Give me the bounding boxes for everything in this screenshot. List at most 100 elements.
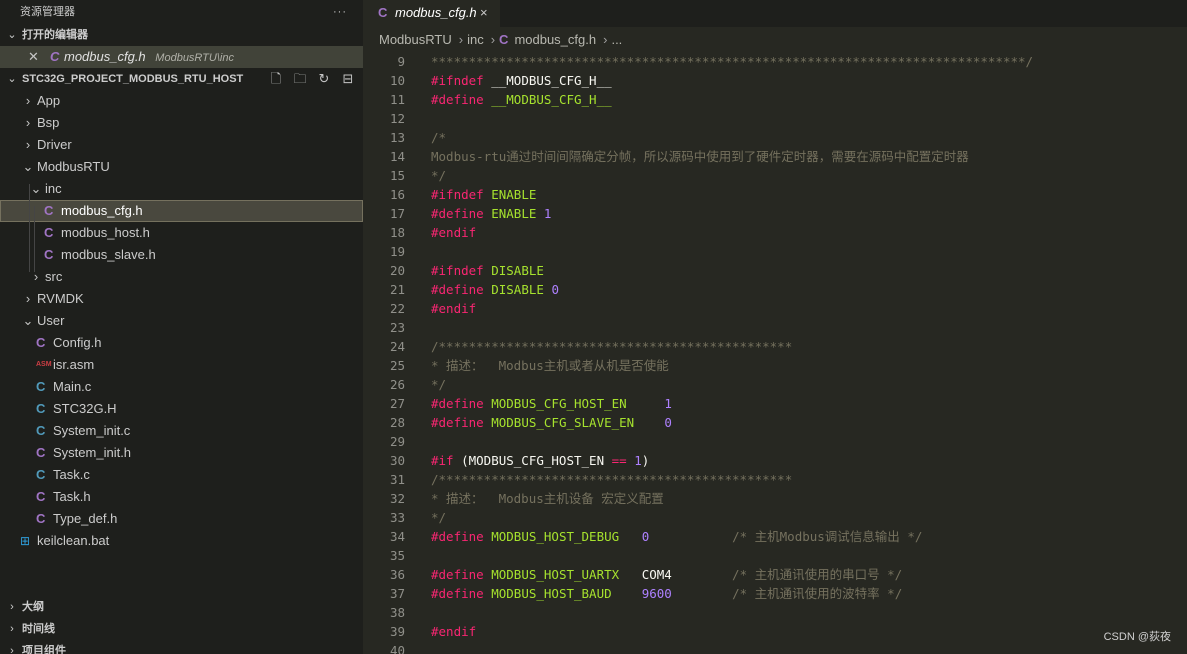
tree-file[interactable]: C System_init.h — [0, 442, 363, 464]
code-token: MODBUS_CFG_SLAVE_EN — [483, 415, 635, 430]
tree-folder[interactable]: ⌄ User — [0, 310, 363, 332]
tree-folder[interactable]: › RVMDK — [0, 288, 363, 310]
tree-file[interactable]: C Type_def.h — [0, 508, 363, 530]
code-line[interactable]: */ — [431, 375, 446, 394]
code-line[interactable]: /* — [431, 128, 446, 147]
indent-guide — [29, 184, 30, 272]
tree-item-label: RVMDK — [37, 291, 84, 306]
code-token: #if — [431, 453, 454, 468]
line-number: 11 — [389, 92, 405, 107]
tree-item-label: Type_def.h — [53, 511, 118, 526]
code-line[interactable]: #endif — [431, 299, 476, 318]
tree-file[interactable]: C Main.c — [0, 376, 363, 398]
code-token: COM4 — [619, 567, 733, 582]
code-line[interactable]: #ifndef ENABLE — [431, 185, 536, 204]
code-token: */ — [431, 168, 447, 183]
code-token: #define — [431, 206, 484, 221]
tree-item-label: modbus_host.h — [61, 225, 150, 240]
tree-file[interactable]: Cmodbus_host.h — [0, 222, 363, 244]
code-token: #define — [431, 586, 484, 601]
tree-file[interactable]: ASM isr.asm — [0, 354, 363, 376]
collapsed-section[interactable]: › 项目组件 — [0, 640, 363, 654]
tree-folder[interactable]: ⌄ ModbusRTU — [0, 156, 363, 178]
tree-folder[interactable]: › App — [0, 90, 363, 112]
open-editor-item[interactable]: ✕ C modbus_cfg.h ModbusRTU\inc — [0, 46, 363, 68]
tab-bar: C modbus_cfg.h × — [363, 0, 1187, 27]
new-folder-icon[interactable]: 🗀 — [291, 68, 309, 90]
code-line[interactable]: * 描述： Modbus主机或者从机是否使能 — [431, 356, 669, 375]
close-icon[interactable]: ✕ — [28, 46, 39, 68]
tree-item-label: src — [45, 269, 63, 284]
breadcrumb-item[interactable]: inc — [467, 32, 484, 47]
code-line[interactable]: #define MODBUS_CFG_HOST_EN 1 — [431, 394, 672, 413]
tree-file[interactable]: C System_init.c — [0, 420, 363, 442]
breadcrumb-item[interactable]: ... — [611, 32, 622, 47]
code-line[interactable]: /***************************************… — [431, 337, 792, 356]
tree-file[interactable]: C Config.h — [0, 332, 363, 354]
code-line[interactable]: /***************************************… — [431, 470, 792, 489]
c-header-file-icon: C — [36, 335, 46, 350]
code-line[interactable]: #define DISABLE 0 — [431, 280, 559, 299]
code-token: #define — [431, 396, 484, 411]
tree-item-label: inc — [45, 181, 62, 196]
code-line[interactable]: #ifndef DISABLE — [431, 261, 544, 280]
code-line[interactable]: #define MODBUS_HOST_UARTX COM4 /* 主机通讯使用… — [431, 565, 902, 584]
tree-item-label: Config.h — [53, 335, 102, 350]
tree-file[interactable]: C Task.h — [0, 486, 363, 508]
collapsed-section[interactable]: › 大纲 — [0, 596, 363, 618]
tab-modbus-cfg-h[interactable]: C modbus_cfg.h × — [363, 0, 500, 27]
code-token: 1 — [634, 453, 642, 468]
tree-file[interactable]: C Task.c — [0, 464, 363, 486]
tree-folder[interactable]: › Bsp — [0, 112, 363, 134]
line-number: 18 — [389, 225, 405, 240]
refresh-icon[interactable]: ↻ — [315, 68, 333, 90]
project-section[interactable]: ⌄ STC32G_PROJECT_MODBUS_RTU_HOST 🗋 🗀 ↻ ⊟ — [0, 68, 363, 90]
close-icon[interactable]: × — [480, 0, 488, 26]
chevron-down-icon: ⌄ — [22, 159, 34, 174]
code-token: 0 — [664, 415, 672, 430]
code-line[interactable]: */ — [431, 166, 446, 185]
code-line[interactable]: #define ENABLE 1 — [431, 204, 551, 223]
code-line[interactable]: ****************************************… — [431, 52, 1033, 71]
line-number: 24 — [389, 339, 405, 354]
line-number: 40 — [389, 643, 405, 654]
more-actions-icon[interactable]: ··· — [333, 0, 347, 24]
line-number: 34 — [389, 529, 405, 544]
tree-folder[interactable]: › Driver — [0, 134, 363, 156]
tree-file[interactable]: C STC32G.H — [0, 398, 363, 420]
c-header-file-icon: C — [44, 247, 54, 262]
code-token: #endif — [431, 225, 477, 240]
code-line[interactable]: #define __MODBUS_CFG_H__ — [431, 90, 612, 109]
code-token: MODBUS_CFG_HOST_EN — [483, 396, 627, 411]
tree-folder[interactable]: ⌄ inc — [0, 178, 363, 200]
code-line[interactable]: #endif — [431, 223, 476, 242]
tree-file[interactable]: ⊞ keilclean.bat — [0, 530, 363, 552]
explorer-sidebar: 资源管理器 ··· ⌄ 打开的编辑器 ✕ C modbus_cfg.h Modb… — [0, 0, 363, 654]
code-editor[interactable]: 9 ***************************************… — [363, 52, 1187, 654]
code-line[interactable]: */ — [431, 508, 446, 527]
tree-folder[interactable]: › src — [0, 266, 363, 288]
code-line[interactable]: #define MODBUS_HOST_BAUD 9600 /* 主机通讯使用的… — [431, 584, 902, 603]
watermark: CSDN @荻夜 — [1103, 631, 1171, 643]
code-line[interactable]: #endif — [431, 622, 476, 641]
tree-file[interactable]: Cmodbus_cfg.h — [0, 200, 363, 222]
new-file-icon[interactable]: 🗋 — [267, 68, 285, 90]
breadcrumb-item[interactable]: modbus_cfg.h — [514, 32, 596, 47]
code-line[interactable]: #define MODBUS_CFG_SLAVE_EN 0 — [431, 413, 672, 432]
bottom-sections: › 大纲 › 时间线 › 项目组件 — [0, 596, 363, 654]
code-token: /* 主机通讯使用的串口号 */ — [732, 567, 903, 582]
breadcrumb-item[interactable]: ModbusRTU — [379, 32, 452, 47]
c-header-file-icon: C — [36, 445, 46, 460]
open-editors-section[interactable]: ⌄ 打开的编辑器 — [0, 24, 363, 46]
code-line[interactable]: #if (MODBUS_CFG_HOST_EN == 1) — [431, 451, 649, 470]
code-line[interactable]: #define MODBUS_HOST_DEBUG 0 /* 主机Modbus调… — [431, 527, 922, 546]
code-line[interactable]: * 描述： Modbus主机设备 宏定义配置 — [431, 489, 664, 508]
collapsed-section[interactable]: › 时间线 — [0, 618, 363, 640]
chevron-right-icon: › — [25, 291, 31, 306]
line-number: 23 — [389, 320, 405, 335]
collapse-all-icon[interactable]: ⊟ — [339, 68, 357, 90]
tree-file[interactable]: Cmodbus_slave.h — [0, 244, 363, 266]
code-line[interactable]: #ifndef __MODBUS_CFG_H__ — [431, 71, 612, 90]
line-number: 15 — [389, 168, 405, 183]
code-line[interactable]: Modbus-rtu通过时间间隔确定分帧，所以源码中使用到了硬件定时器，需要在源… — [431, 147, 969, 166]
